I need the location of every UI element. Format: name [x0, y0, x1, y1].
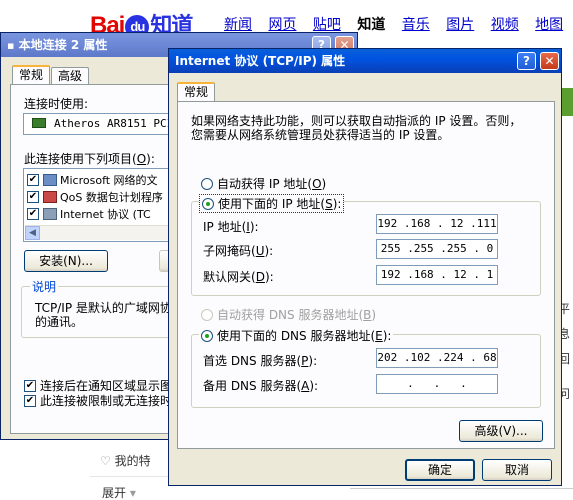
radio-selected-icon[interactable]	[201, 329, 213, 342]
tcpip-window-titlebar[interactable]: Internet 协议 (TCP/IP) 属性	[169, 49, 561, 73]
adapter-name: Atheros AR8151 PCI-	[54, 117, 180, 130]
items-label: 此连接使用下列项目(O):	[24, 152, 155, 166]
install-button[interactable]: 安装(N)...	[24, 250, 108, 272]
expand-text: 展开	[102, 486, 127, 500]
checkbox-checked-icon[interactable]: ✔	[27, 190, 39, 203]
qos-icon	[43, 190, 57, 203]
my-privilege-text: 我的特	[114, 454, 151, 468]
auto-ip-radio[interactable]: 自动获得 IP 地址(O)	[201, 175, 326, 192]
notify-limited-checkbox[interactable]: ✔ 此连接被限制或无连接时	[24, 392, 172, 409]
nav-music[interactable]: 音乐	[402, 17, 430, 33]
baidu-nav: 新闻 网页 贴吧 知道 音乐 图片 视频 地图 百	[224, 14, 573, 34]
radio-unselected-icon[interactable]	[201, 177, 213, 190]
checkbox-checked-icon[interactable]: ✔	[27, 207, 39, 220]
tab-general[interactable]: 常规	[177, 82, 216, 101]
network-client-icon	[43, 173, 57, 186]
nav-web[interactable]: 网页	[268, 17, 296, 33]
ok-button[interactable]: 确定	[405, 459, 475, 481]
nav-video[interactable]: 视频	[491, 17, 519, 33]
tcpip-properties-window: Internet 协议 (TCP/IP) 属性 ? ✕ 常规 如果网络支持此功能…	[168, 48, 562, 486]
nav-news[interactable]: 新闻	[224, 17, 252, 33]
intro-text: 您需要从网络系统管理员处获得适当的 IP 设置。	[191, 128, 450, 142]
divider	[90, 476, 180, 477]
manual-ip-radio[interactable]: 使用下面的 IP 地址(S):	[199, 194, 345, 213]
ip-address-label: IP 地址(I):	[203, 220, 259, 234]
checkbox-checked-icon[interactable]: ✔	[24, 394, 36, 407]
expand-link[interactable]: 展开 ▾	[102, 484, 136, 500]
manual-dns-radio[interactable]: 使用下面的 DNS 服务器地址(E):	[199, 327, 394, 344]
tab-general[interactable]: 常规	[12, 65, 51, 84]
protocol-icon	[43, 207, 57, 220]
nav-tieba[interactable]: 贴吧	[313, 17, 341, 33]
divider	[350, 488, 573, 489]
default-gateway-input[interactable]: 192 .168 . 12 . 1	[376, 265, 498, 285]
connect-using-label: 连接时使用:	[24, 97, 89, 111]
radio-disabled-icon	[201, 308, 213, 321]
alternate-dns-input[interactable]: . . .	[376, 374, 498, 394]
description-title: 说明	[30, 278, 59, 295]
tcpip-general-panel: 如果网络支持此功能，则可以获取自动指派的 IP 设置。否则， 您需要从网络系统管…	[177, 101, 555, 449]
auto-dns-radio: 自动获得 DNS 服务器地址(B)	[201, 306, 376, 323]
preferred-dns-label: 首选 DNS 服务器(P):	[203, 354, 318, 368]
scroll-left-icon[interactable]: ◀	[25, 226, 40, 240]
description-line: 的通讯。	[35, 315, 84, 329]
help-button[interactable]: ?	[517, 52, 536, 70]
dns-group	[191, 334, 541, 408]
checkbox-checked-icon[interactable]: ✔	[27, 173, 39, 186]
alternate-dns-label: 备用 DNS 服务器(A):	[203, 379, 319, 393]
cancel-button[interactable]: 取消	[482, 459, 552, 481]
nav-map[interactable]: 地图	[535, 17, 563, 33]
heart-icon: ♡	[100, 454, 111, 468]
network-connection-icon: ▪	[7, 39, 15, 52]
ip-address-input[interactable]: 192 .168 . 12 .111	[376, 214, 498, 234]
adapter-card-icon	[32, 118, 46, 128]
subnet-mask-label: 子网掩码(U):	[203, 244, 274, 258]
close-button[interactable]: ✕	[540, 52, 559, 70]
tcpip-window-title: Internet 协议 (TCP/IP) 属性	[175, 54, 346, 68]
preferred-dns-input[interactable]: 202 .102 .224 . 68	[376, 348, 498, 368]
expand-arrow-icon: ▾	[129, 486, 136, 500]
nav-images[interactable]: 图片	[446, 17, 474, 33]
default-gateway-label: 默认网关(D):	[203, 270, 274, 284]
tab-advanced[interactable]: 高级	[51, 67, 90, 84]
advanced-button[interactable]: 高级(V)...	[459, 420, 543, 442]
radio-selected-icon[interactable]	[202, 197, 214, 210]
nav-zhidao: 知道	[357, 17, 386, 33]
subnet-mask-input[interactable]: 255 .255 .255 . 0	[376, 239, 498, 259]
lan-window-title: 本地连接 2 属性	[18, 38, 108, 52]
checkbox-checked-icon[interactable]: ✔	[24, 379, 36, 392]
